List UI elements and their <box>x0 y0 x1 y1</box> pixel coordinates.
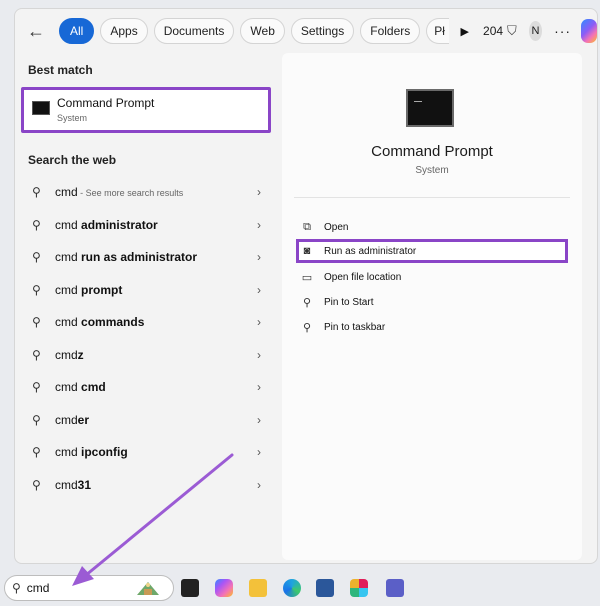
action-label: Run as administrator <box>324 245 417 257</box>
search-icon: ⚲ <box>32 380 41 394</box>
action-run-as-administrator[interactable]: ◙ Run as administrator <box>296 239 568 263</box>
pin-icon: ⚲ <box>302 321 312 334</box>
rewards-count: 204 <box>483 24 504 38</box>
chevron-right-icon[interactable]: › <box>257 380 277 394</box>
web-result-text: cmdz <box>55 347 84 362</box>
rewards-trophy-icon[interactable]: ⛉ <box>507 23 517 39</box>
web-result-text: cmd prompt <box>55 282 123 297</box>
search-icon: ⚲ <box>32 347 41 362</box>
web-result-text: cmd31 <box>55 477 92 492</box>
tab-web[interactable]: Web <box>240 18 285 44</box>
chevron-right-icon[interactable]: › <box>257 185 277 199</box>
pin-icon: ⚲ <box>302 296 312 309</box>
web-result-item[interactable]: ⚲ cmd prompt › <box>15 275 277 305</box>
search-icon: ⚲ <box>32 477 41 492</box>
web-result-text: cmd ipconfig <box>55 445 128 459</box>
web-result-item[interactable]: ⚲ cmd run as administrator › <box>15 242 277 272</box>
tab-apps[interactable]: Apps <box>100 18 148 44</box>
taskbar: ⚲ <box>0 572 600 606</box>
action-label: Pin to Start <box>324 296 374 308</box>
open-icon: ⧉ <box>303 220 311 233</box>
tab-settings[interactable]: Settings <box>290 18 355 44</box>
search-icon: ⚲ <box>32 315 41 329</box>
file-explorer-icon[interactable] <box>249 579 267 597</box>
chevron-right-icon[interactable]: › <box>257 218 277 232</box>
preview-subtitle: System <box>415 165 449 176</box>
chevron-right-icon[interactable]: › <box>257 315 277 329</box>
web-result-item[interactable]: ⚲ cmd cmd › <box>15 372 277 402</box>
web-result-item[interactable]: ⚲ cmd31 › <box>15 470 277 500</box>
search-filter-bar: ← All Apps Documents Web Settings Folder… <box>15 9 597 53</box>
teams-icon[interactable] <box>386 579 404 597</box>
shield-icon: ◙ <box>303 245 311 257</box>
start-search-panel: ← All Apps Documents Web Settings Folder… <box>14 8 598 564</box>
folder-icon: ▭ <box>301 271 313 284</box>
chevron-right-icon[interactable]: › <box>257 283 277 297</box>
preview-divider <box>294 197 570 198</box>
command-prompt-icon <box>32 101 50 115</box>
web-result-item[interactable]: ⚲ cmd - See more search results › <box>15 177 277 207</box>
search-icon: ⚲ <box>32 250 41 264</box>
web-result-item[interactable]: ⚲ cmder › <box>15 405 277 435</box>
preview-title: Command Prompt <box>371 143 493 160</box>
best-match-item[interactable]: Command Prompt System <box>21 87 271 133</box>
search-highlight-icon <box>137 582 159 595</box>
action-label: Open <box>324 221 349 233</box>
action-pin-to-start[interactable]: ⚲ Pin to Start <box>300 290 570 314</box>
web-result-text: cmder <box>55 412 90 427</box>
copilot-taskbar-icon[interactable] <box>215 579 233 597</box>
chevron-right-icon[interactable]: › <box>257 478 277 492</box>
search-icon: ⚲ <box>32 282 41 297</box>
avatar[interactable]: N <box>528 21 543 41</box>
command-prompt-large-icon <box>406 89 454 127</box>
web-result-item[interactable]: ⚲ cmdz › <box>15 340 277 370</box>
web-result-text: cmd run as administrator <box>55 250 198 264</box>
web-result-text: cmd administrator <box>55 217 158 232</box>
action-label: Open file location <box>324 271 402 283</box>
more-options-icon[interactable]: ··· <box>554 23 571 39</box>
search-web-heading: Search the web <box>28 153 117 167</box>
tab-folders[interactable]: Folders <box>360 18 421 44</box>
search-icon: ⚲ <box>32 445 41 459</box>
best-match-heading: Best match <box>28 63 93 77</box>
back-button[interactable]: ← <box>27 18 45 44</box>
chevron-right-icon[interactable]: › <box>257 250 277 264</box>
tab-photos[interactable]: Pł <box>426 18 449 44</box>
word-icon[interactable] <box>316 579 334 597</box>
web-result-item[interactable]: ⚲ cmd commands › <box>15 307 277 337</box>
web-result-text: cmd commands <box>55 315 145 329</box>
slack-icon[interactable] <box>350 579 368 597</box>
tab-all[interactable]: All <box>59 18 95 44</box>
action-open[interactable]: ⧉ Open <box>300 215 570 239</box>
back-arrow-icon: ← <box>27 20 45 41</box>
best-match-title: Command Prompt <box>57 96 155 110</box>
web-result-text: cmd cmd <box>55 380 106 394</box>
action-open-file-location[interactable]: ▭ Open file location <box>300 265 570 289</box>
chevron-right-icon[interactable]: › <box>257 445 277 459</box>
chevron-right-icon[interactable]: › <box>257 348 277 362</box>
preview-pane: Command Prompt System ⧉ Open ◙ Run as ad… <box>282 53 582 560</box>
web-result-text: cmd - See more search results <box>55 185 184 199</box>
more-tabs-play-icon[interactable]: ▶ <box>461 25 469 38</box>
search-icon: ⚲ <box>12 581 21 595</box>
action-label: Pin to taskbar <box>324 321 386 333</box>
web-result-item[interactable]: ⚲ cmd administrator › <box>15 210 277 240</box>
chevron-right-icon[interactable]: › <box>257 413 277 427</box>
search-input[interactable] <box>26 581 107 595</box>
web-result-item[interactable]: ⚲ cmd ipconfig › <box>15 437 277 467</box>
action-pin-to-taskbar[interactable]: ⚲ Pin to taskbar <box>300 315 570 339</box>
task-view-icon[interactable] <box>181 579 199 597</box>
edge-icon[interactable] <box>283 579 301 597</box>
taskbar-search-box[interactable]: ⚲ <box>4 575 174 601</box>
best-match-subtitle: System <box>57 113 88 123</box>
search-icon: ⚲ <box>32 217 41 232</box>
copilot-icon[interactable] <box>581 19 597 43</box>
results-list: Best match Command Prompt System Search … <box>15 53 281 563</box>
tab-documents[interactable]: Documents <box>153 18 235 44</box>
search-icon: ⚲ <box>32 412 41 427</box>
search-icon: ⚲ <box>32 185 41 199</box>
